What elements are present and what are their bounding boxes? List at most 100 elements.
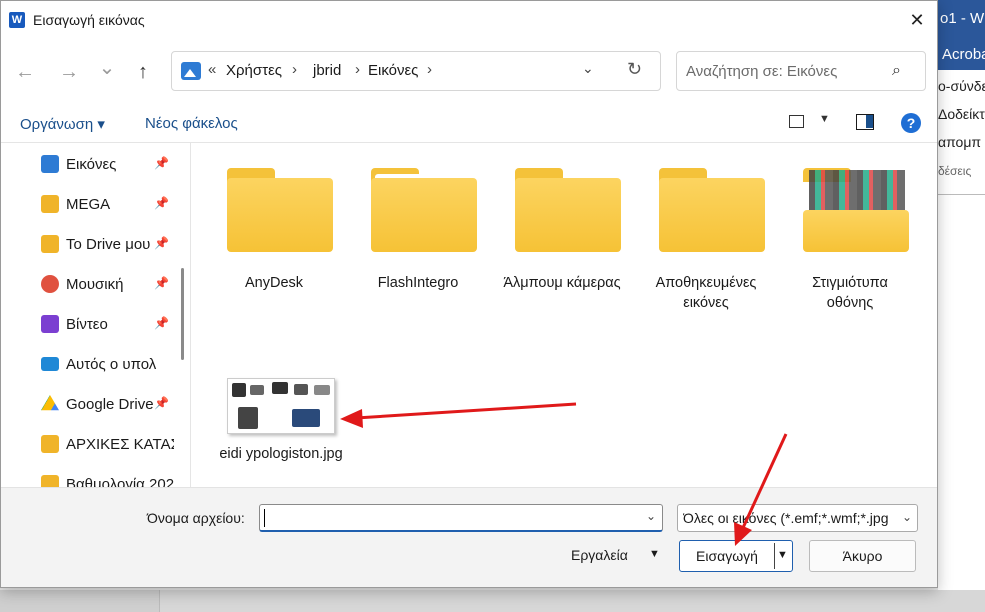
word-app-icon: W bbox=[9, 12, 25, 28]
pin-icon[interactable]: 📌 bbox=[154, 276, 169, 290]
sidebar-item-google-drive[interactable]: Google Drive 📌 bbox=[1, 386, 179, 422]
sidebar-item-videos[interactable]: Βίντεο 📌 bbox=[1, 306, 179, 342]
file-type-select[interactable]: Όλες οι εικόνες (*.emf;*.wmf;*.jpg ⌄ bbox=[677, 504, 918, 532]
filename-dropdown-chevron-icon[interactable]: ⌄ bbox=[646, 509, 656, 523]
folder-body bbox=[227, 178, 333, 252]
sidebar-item-label: Βαθμολογία 202 bbox=[66, 476, 174, 487]
breadcrumb-users[interactable]: Χρήστες bbox=[226, 62, 282, 79]
pin-icon[interactable]: 📌 bbox=[154, 196, 169, 210]
filename-input[interactable]: ⌄ bbox=[259, 504, 663, 532]
google-drive-icon bbox=[41, 395, 59, 411]
file-type-chevron-icon[interactable]: ⌄ bbox=[902, 510, 912, 524]
cancel-button[interactable]: Άκυρο bbox=[809, 540, 916, 572]
videos-icon bbox=[41, 315, 59, 333]
dialog-titlebar: W Εισαγωγή εικόνας ✕ bbox=[1, 1, 937, 39]
sidebar-item-folder[interactable]: Βαθμολογία 202 bbox=[1, 466, 179, 487]
folder-item-screenshots[interactable]: Στιγμιότυπα οθόνης bbox=[790, 143, 910, 313]
sidebar-item-this-pc[interactable]: Αυτός ο υπολ bbox=[1, 346, 179, 382]
folder-icon bbox=[227, 168, 333, 252]
sidebar-item-my-drive[interactable]: Το Drive μου 📌 bbox=[1, 226, 179, 262]
dialog-title: Εισαγωγή εικόνας bbox=[33, 12, 145, 28]
filename-label: Όνομα αρχείου: bbox=[147, 510, 245, 526]
folder-label: Άλμπουμ κάμερας bbox=[503, 275, 621, 291]
folder-label: Στιγμιότυπα οθόνης bbox=[812, 275, 888, 311]
up-arrow-icon[interactable]: ↑ bbox=[129, 59, 157, 85]
sidebar-item-music[interactable]: Μουσική 📌 bbox=[1, 266, 179, 302]
preview-pane-icon[interactable] bbox=[856, 114, 874, 130]
text-caret bbox=[264, 509, 265, 527]
refresh-icon[interactable]: ↻ bbox=[627, 59, 642, 80]
sidebar-item-mega[interactable]: MEGA 📌 bbox=[1, 186, 179, 222]
pictures-icon bbox=[41, 155, 59, 173]
breadcrumb-separator-icon[interactable]: › bbox=[292, 61, 297, 78]
folder-item-flashintegro[interactable]: FlashIntegro bbox=[358, 143, 478, 313]
drive-folder-icon bbox=[41, 235, 59, 253]
word-ribbon-tab[interactable]: Acroba bbox=[942, 46, 985, 63]
search-box[interactable]: Αναζήτηση σε: Εικόνες ⌕ bbox=[676, 51, 926, 91]
folder-body bbox=[659, 178, 765, 252]
new-folder-button[interactable]: Νέος φάκελος bbox=[145, 115, 238, 132]
insert-dropdown-icon[interactable]: ▼ bbox=[777, 549, 788, 561]
file-type-value: Όλες οι εικόνες (*.emf;*.wmf;*.jpg bbox=[683, 510, 889, 526]
address-bar[interactable]: « Χρήστες › jbrid › Εικόνες › ⌄ ↻ bbox=[171, 51, 661, 91]
thumbnail-device bbox=[250, 385, 264, 395]
sidebar-scrollbar[interactable] bbox=[181, 268, 184, 360]
close-button[interactable]: ✕ bbox=[897, 6, 937, 34]
word-text-line: Δοδείκτ bbox=[938, 106, 985, 122]
word-ribbon: Acroba bbox=[938, 40, 985, 70]
file-item-thumbnail[interactable] bbox=[227, 378, 335, 434]
file-list: AnyDesk FlashIntegro Άλμπουμ κάμερας Απο… bbox=[192, 143, 937, 487]
background-status-segment bbox=[0, 590, 160, 612]
dialog-footer: Όνομα αρχείου: ⌄ Όλες οι εικόνες (*.emf;… bbox=[1, 487, 937, 587]
tools-dropdown-icon[interactable]: ▼ bbox=[649, 548, 660, 560]
search-input[interactable]: Αναζήτηση σε: Εικόνες bbox=[686, 63, 837, 80]
pin-icon[interactable]: 📌 bbox=[154, 316, 169, 330]
folder-label: Αποθηκευμένες εικόνες bbox=[655, 275, 757, 311]
pin-icon[interactable]: 📌 bbox=[154, 396, 169, 410]
word-group-label: δέσεις bbox=[938, 164, 972, 178]
mega-folder-icon bbox=[41, 195, 59, 213]
breadcrumb-overflow[interactable]: « bbox=[208, 61, 216, 78]
thumbnail-device bbox=[314, 385, 330, 395]
folder-label: FlashIntegro bbox=[377, 275, 459, 291]
back-arrow-icon[interactable]: ← bbox=[11, 59, 39, 85]
folder-icon bbox=[515, 168, 621, 252]
computer-icon bbox=[41, 357, 59, 371]
sidebar-item-label: ΑΡΧΙΚΕΣ ΚΑΤΑΣ bbox=[66, 436, 174, 453]
forward-arrow-icon[interactable]: → bbox=[55, 59, 83, 85]
folder-icon bbox=[803, 168, 909, 252]
search-icon[interactable]: ⌕ bbox=[892, 62, 901, 80]
thumbnail-device bbox=[292, 409, 320, 427]
folder-icon bbox=[41, 475, 59, 487]
pin-icon[interactable]: 📌 bbox=[154, 236, 169, 250]
organize-menu-button[interactable]: Οργάνωση ▾ bbox=[20, 115, 105, 133]
folder-body bbox=[515, 178, 621, 252]
pin-icon[interactable]: 📌 bbox=[154, 156, 169, 170]
sidebar-item-folder[interactable]: ΑΡΧΙΚΕΣ ΚΑΤΑΣ bbox=[1, 426, 179, 462]
insert-button[interactable]: Εισαγωγή ▼ bbox=[679, 540, 793, 572]
file-item-label[interactable]: eidi ypologiston.jpg bbox=[201, 444, 361, 464]
thumbnail-device bbox=[272, 382, 288, 394]
help-icon[interactable]: ? bbox=[901, 113, 921, 133]
folder-body bbox=[803, 210, 909, 252]
sidebar-item-label: Αυτός ο υπολ bbox=[66, 356, 157, 373]
recent-locations-chevron-icon[interactable]: ⌄ bbox=[93, 55, 121, 81]
folder-item-camera-roll[interactable]: Άλμπουμ κάμερας bbox=[502, 143, 622, 313]
folder-item-saved-pictures[interactable]: Αποθηκευμένες εικόνες bbox=[646, 143, 766, 313]
navigation-pane: Εικόνες 📌 MEGA 📌 Το Drive μου 📌 Μουσική … bbox=[1, 143, 191, 487]
view-dropdown-icon[interactable]: ▼ bbox=[819, 113, 830, 125]
breadcrumb-separator-icon[interactable]: › bbox=[427, 61, 432, 78]
breadcrumb-pictures[interactable]: Εικόνες bbox=[368, 62, 418, 79]
tools-menu-button[interactable]: Εργαλεία bbox=[571, 547, 628, 563]
breadcrumb-separator-icon[interactable]: › bbox=[355, 61, 360, 78]
view-mode-icon[interactable] bbox=[789, 115, 804, 128]
word-title-fragment: o1 - W bbox=[940, 10, 985, 27]
folder-item-anydesk[interactable]: AnyDesk bbox=[214, 143, 334, 313]
insert-button-label[interactable]: Εισαγωγή bbox=[680, 548, 774, 564]
address-dropdown-chevron-icon[interactable]: ⌄ bbox=[582, 60, 594, 77]
background-word-window: o1 - W Acroba ο-σύνδε Δοδείκτ απομπ δέσε… bbox=[938, 0, 985, 612]
breadcrumb-jbrid[interactable]: jbrid bbox=[313, 62, 341, 79]
sidebar-item-pictures[interactable]: Εικόνες 📌 bbox=[1, 146, 179, 182]
folder-screenshot-preview bbox=[809, 170, 905, 210]
insert-split-divider bbox=[774, 543, 775, 569]
